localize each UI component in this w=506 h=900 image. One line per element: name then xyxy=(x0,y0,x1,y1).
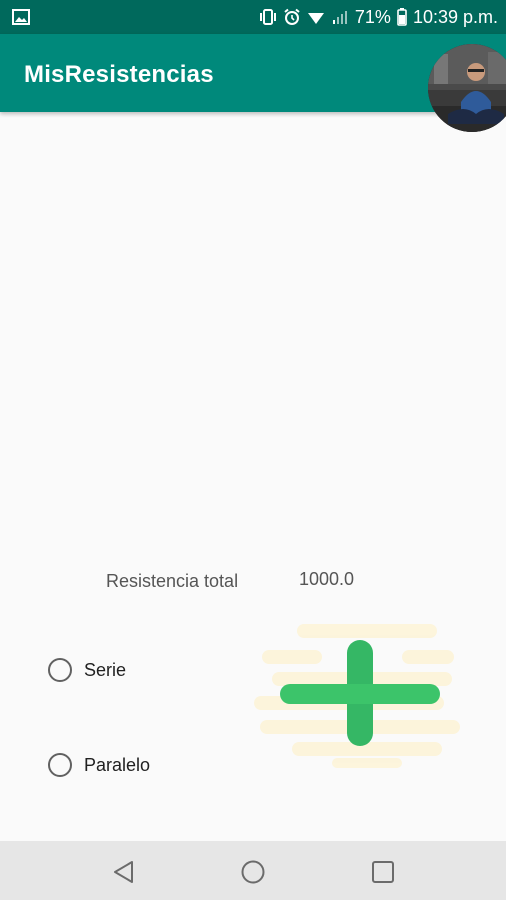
alarm-icon xyxy=(284,8,300,25)
recents-icon[interactable] xyxy=(368,857,398,887)
battery-percent: 71% xyxy=(354,6,391,27)
back-icon[interactable] xyxy=(110,857,140,887)
status-time: 10:39 p.m. xyxy=(412,6,498,27)
status-icons: 71% 10:39 p.m. xyxy=(259,0,498,34)
home-icon[interactable] xyxy=(238,857,268,887)
radio-serie-label: Serie xyxy=(84,659,127,680)
profile-avatar[interactable] xyxy=(428,44,506,132)
status-bar: 71% 10:39 p.m. xyxy=(0,0,506,34)
radio-serie[interactable]: Serie xyxy=(48,658,126,682)
total-resistance-label: Resistencia total xyxy=(106,571,239,591)
vibrate-icon xyxy=(259,9,276,25)
avatar-photo xyxy=(428,44,506,132)
app-title: MisResistencias xyxy=(24,61,214,88)
navigation-bar xyxy=(0,841,506,900)
total-resistance-value: 1000.0 xyxy=(299,569,355,589)
battery-icon xyxy=(397,8,407,26)
radio-paralelo[interactable]: Paralelo xyxy=(48,753,150,777)
radio-paralelo-circle[interactable] xyxy=(48,753,72,777)
radio-paralelo-label: Paralelo xyxy=(84,754,151,775)
radio-serie-circle[interactable] xyxy=(48,658,72,682)
signal-icon xyxy=(332,11,347,24)
add-resistance-button[interactable] xyxy=(252,620,470,770)
wifi-icon xyxy=(307,13,324,24)
plus-icon xyxy=(254,624,460,768)
image-notification-icon xyxy=(12,9,30,25)
